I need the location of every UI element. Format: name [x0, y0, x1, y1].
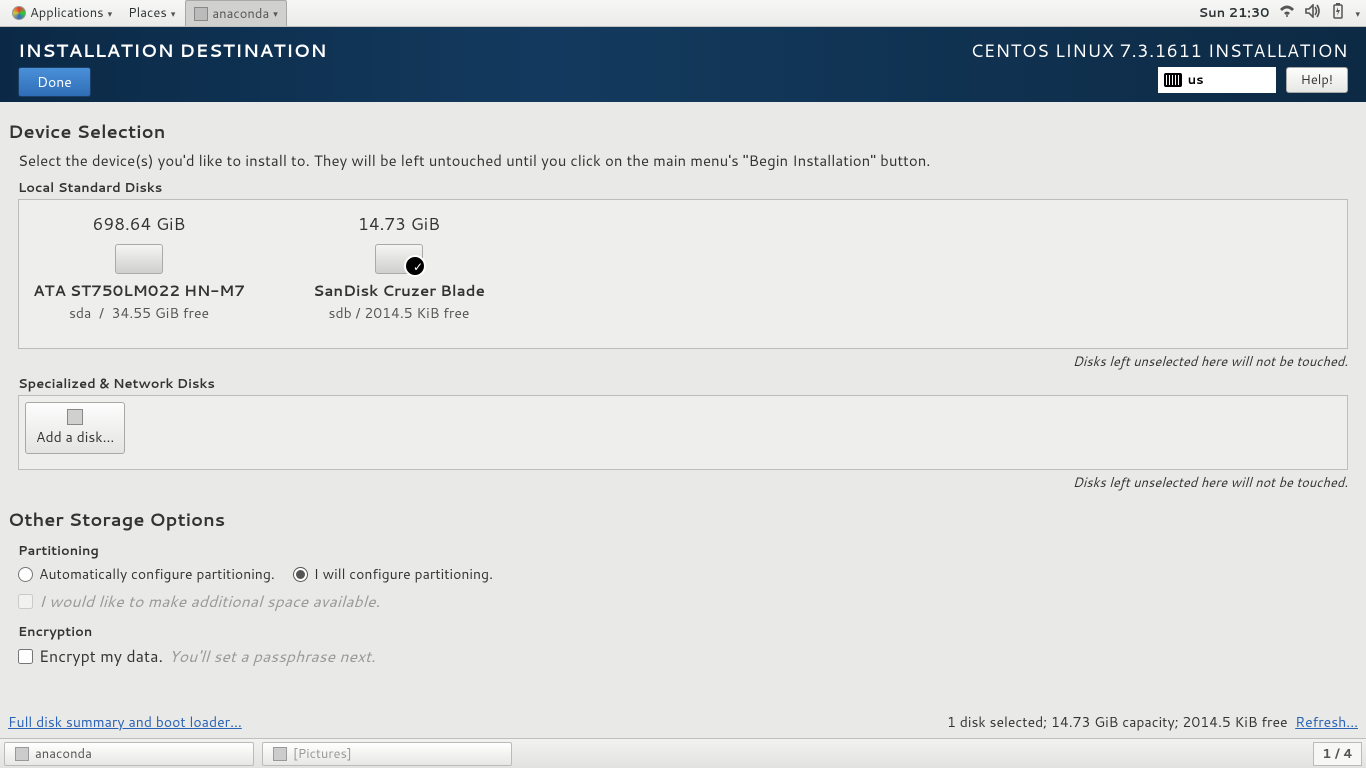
add-disk-label: Add a disk...	[36, 427, 114, 447]
applications-menu[interactable]: Applications ▾	[6, 0, 118, 27]
task-label: anaconda	[35, 745, 92, 763]
radio-input[interactable]	[18, 567, 33, 582]
local-disks-panel: 698.64 GiB ATA ST750LM022 HN-M7 sda / 34…	[18, 199, 1348, 349]
storage-options-heading: Other Storage Options	[8, 506, 1358, 532]
refresh-link[interactable]: Refresh...	[1295, 712, 1358, 732]
radio-input[interactable]	[293, 567, 308, 582]
network-disks-label: Specialized & Network Disks	[18, 375, 1358, 393]
anaconda-icon	[194, 7, 208, 21]
taskbar-item-pictures[interactable]: [Pictures]	[262, 742, 512, 766]
window-icon	[15, 747, 29, 761]
done-button[interactable]: Done	[18, 67, 91, 97]
disk-size: 14.73 GiB	[289, 212, 509, 236]
network-disks-panel: Add a disk...	[18, 395, 1348, 470]
volume-icon[interactable]	[1305, 3, 1321, 23]
radio-label: I will configure partitioning.	[314, 564, 493, 584]
checkbox-input	[18, 594, 33, 609]
footer-row: Full disk summary and boot loader... 1 d…	[8, 712, 1358, 732]
window-icon	[273, 747, 287, 761]
disk-info: sdb / 2014.5 KiB free	[289, 303, 509, 323]
gnome-bottom-panel: anaconda [Pictures] 1 / 4	[0, 738, 1366, 768]
unselected-note-2: Disks left unselected here will not be t…	[8, 474, 1348, 492]
disk-name: ATA ST750LM022 HN-M7	[29, 280, 249, 301]
current-app-indicator[interactable]: anaconda ▾	[185, 0, 286, 26]
checkbox-encrypt[interactable]: Encrypt my data. You'll set a passphrase…	[18, 645, 1358, 668]
chevron-down-icon: ▾	[171, 7, 176, 20]
radio-auto-partitioning[interactable]: Automatically configure partitioning.	[18, 564, 275, 584]
places-menu[interactable]: Places ▾	[122, 0, 181, 27]
disk-info: sda / 34.55 GiB free	[29, 303, 249, 323]
battery-icon[interactable]	[1331, 3, 1345, 24]
main-content: Device Selection Select the device(s) yo…	[0, 102, 1366, 738]
help-button[interactable]: Help!	[1286, 67, 1348, 93]
current-app-label: anaconda	[212, 5, 269, 23]
anaconda-header: INSTALLATION DESTINATION Done CENTOS LIN…	[0, 27, 1366, 102]
chevron-down-icon: ▾	[108, 7, 113, 20]
page-title: INSTALLATION DESTINATION	[18, 37, 327, 63]
clock[interactable]: Sun 21:30	[1199, 4, 1270, 22]
checkbox-input[interactable]	[18, 649, 33, 664]
places-label: Places	[128, 4, 167, 22]
partitioning-label: Partitioning	[18, 542, 1358, 560]
device-selection-hint: Select the device(s) you'd like to insta…	[18, 150, 1358, 171]
checkbox-label: I would like to make additional space av…	[39, 590, 380, 613]
keyboard-icon	[1164, 73, 1182, 87]
disk-sda[interactable]: 698.64 GiB ATA ST750LM022 HN-M7 sda / 34…	[29, 212, 249, 323]
footer-status: 1 disk selected; 14.73 GiB capacity; 201…	[947, 712, 1358, 732]
applications-label: Applications	[30, 4, 104, 22]
workspace-indicator[interactable]: 1 / 4	[1313, 742, 1362, 766]
local-disks-label: Local Standard Disks	[18, 179, 1358, 197]
encryption-label: Encryption	[18, 623, 1358, 641]
keyboard-layout-indicator[interactable]: us	[1158, 67, 1276, 93]
checkbox-label: Encrypt my data.	[39, 645, 163, 668]
disk-sdb[interactable]: 14.73 GiB SanDisk Cruzer Blade sdb / 201…	[289, 212, 509, 323]
task-label: [Pictures]	[293, 745, 352, 763]
hard-drive-icon	[115, 244, 163, 274]
disk-size: 698.64 GiB	[29, 212, 249, 236]
radio-manual-partitioning[interactable]: I will configure partitioning.	[293, 564, 493, 584]
chevron-down-icon: ▾	[273, 7, 278, 20]
distro-logo-icon	[12, 6, 26, 20]
device-selection-heading: Device Selection	[8, 118, 1358, 144]
encrypt-hint: You'll set a passphrase next.	[169, 645, 376, 668]
chevron-down-icon[interactable]: ▾	[1355, 7, 1360, 20]
checkbox-additional-space: I would like to make additional space av…	[18, 590, 1358, 613]
radio-label: Automatically configure partitioning.	[39, 564, 275, 584]
disk-name: SanDisk Cruzer Blade	[289, 280, 509, 301]
unselected-note: Disks left unselected here will not be t…	[8, 353, 1348, 371]
taskbar-item-anaconda[interactable]: anaconda	[4, 742, 254, 766]
gnome-top-panel: Applications ▾ Places ▾ anaconda ▾ Sun 2…	[0, 0, 1366, 27]
add-disk-button[interactable]: Add a disk...	[25, 402, 125, 454]
disk-icon	[67, 409, 83, 425]
product-title: CENTOS LINUX 7.3.1611 INSTALLATION	[970, 37, 1348, 63]
disk-summary-link[interactable]: Full disk summary and boot loader...	[8, 712, 242, 732]
wifi-icon[interactable]	[1279, 3, 1295, 23]
keyboard-layout-label: us	[1188, 71, 1204, 89]
usb-drive-icon	[375, 244, 423, 274]
